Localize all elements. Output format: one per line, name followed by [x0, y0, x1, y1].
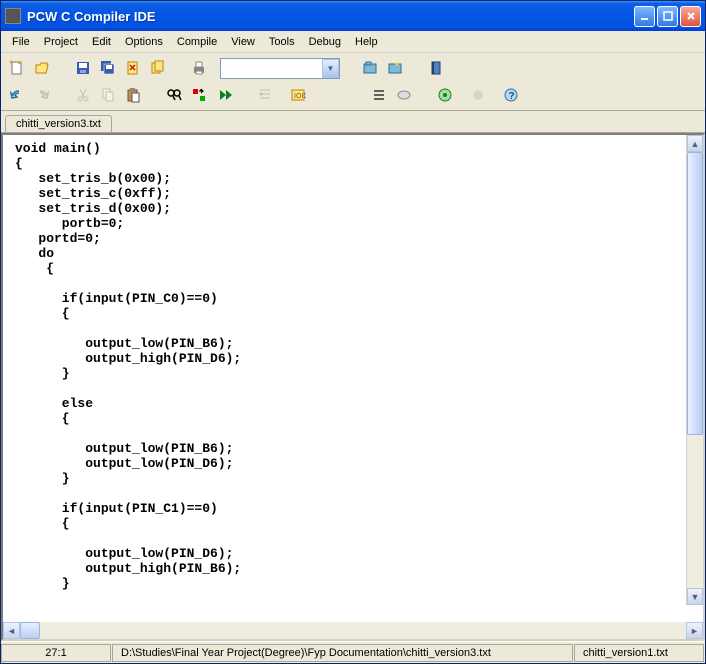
stop-icon[interactable] — [466, 84, 489, 106]
project-icon[interactable] — [358, 57, 381, 79]
scroll-thumb[interactable] — [687, 152, 703, 435]
new-file-icon[interactable] — [5, 57, 28, 79]
menu-file[interactable]: File — [5, 33, 37, 51]
app-icon — [5, 8, 21, 24]
close-file-icon[interactable] — [121, 57, 144, 79]
book-icon[interactable] — [424, 57, 447, 79]
copy-icon[interactable] — [96, 84, 119, 106]
menu-help[interactable]: Help — [348, 33, 385, 51]
menu-bar: File Project Edit Options Compile View T… — [1, 31, 705, 53]
menu-view[interactable]: View — [224, 33, 262, 51]
target-combo[interactable]: ▼ — [220, 58, 340, 79]
file-path: D:\Studies\Final Year Project(Degree)\Fy… — [112, 644, 573, 662]
binary-icon[interactable]: IOIO — [286, 84, 309, 106]
redo-icon[interactable] — [30, 84, 53, 106]
save-all-icon[interactable] — [96, 57, 119, 79]
find-icon[interactable] — [162, 84, 185, 106]
alt-file: chitti_version1.txt — [574, 644, 704, 662]
scroll-left-icon[interactable]: ◄ — [3, 622, 20, 639]
menu-options[interactable]: Options — [118, 33, 170, 51]
indent-icon[interactable] — [253, 84, 276, 106]
menu-project[interactable]: Project — [37, 33, 85, 51]
project-wizard-icon[interactable] — [383, 57, 406, 79]
print-icon[interactable] — [187, 57, 210, 79]
vertical-scrollbar[interactable]: ▲ ▼ — [686, 135, 703, 605]
close-all-icon[interactable] — [146, 57, 169, 79]
svg-text:?: ? — [508, 91, 514, 102]
menu-tools[interactable]: Tools — [262, 33, 302, 51]
help-icon[interactable]: ? — [499, 84, 522, 106]
close-button[interactable] — [680, 6, 701, 27]
replace-icon[interactable] — [187, 84, 210, 106]
paste-icon[interactable] — [121, 84, 144, 106]
scroll-right-icon[interactable]: ► — [686, 622, 703, 639]
compile-icon[interactable] — [433, 84, 456, 106]
cut-icon[interactable] — [71, 84, 94, 106]
open-file-icon[interactable] — [30, 57, 53, 79]
maximize-button[interactable] — [657, 6, 678, 27]
app-window: PCW C Compiler IDE File Project Edit Opt… — [0, 0, 706, 664]
menu-edit[interactable]: Edit — [85, 33, 118, 51]
toggle-wrap-icon[interactable] — [392, 84, 415, 106]
scroll-down-icon[interactable]: ▼ — [687, 588, 703, 605]
menu-compile[interactable]: Compile — [170, 33, 224, 51]
status-bar: 27:1 D:\Studies\Final Year Project(Degre… — [1, 641, 705, 663]
editor-area: void main() { set_tris_b(0x00); set_tris… — [1, 133, 705, 641]
chevron-down-icon[interactable]: ▼ — [322, 59, 339, 78]
scroll-up-icon[interactable]: ▲ — [687, 135, 703, 152]
save-icon[interactable] — [71, 57, 94, 79]
horizontal-scrollbar[interactable]: ◄ ► — [3, 622, 703, 639]
toggle-lines-icon[interactable] — [367, 84, 390, 106]
window-title: PCW C Compiler IDE — [27, 9, 634, 24]
cursor-position: 27:1 — [1, 644, 111, 662]
menu-debug[interactable]: Debug — [302, 33, 348, 51]
code-content: void main() { set_tris_b(0x00); set_tris… — [3, 135, 703, 597]
minimize-button[interactable] — [634, 6, 655, 27]
file-tab[interactable]: chitti_version3.txt — [5, 115, 112, 132]
svg-text:IOIO: IOIO — [294, 93, 306, 100]
title-bar: PCW C Compiler IDE — [1, 1, 705, 31]
toolbar: ▼ IOIO — [1, 53, 705, 111]
undo-icon[interactable] — [5, 84, 28, 106]
find-next-icon[interactable] — [212, 84, 235, 106]
code-editor[interactable]: void main() { set_tris_b(0x00); set_tris… — [3, 135, 703, 622]
tab-strip: chitti_version3.txt — [1, 111, 705, 133]
hscroll-thumb[interactable] — [20, 622, 40, 639]
